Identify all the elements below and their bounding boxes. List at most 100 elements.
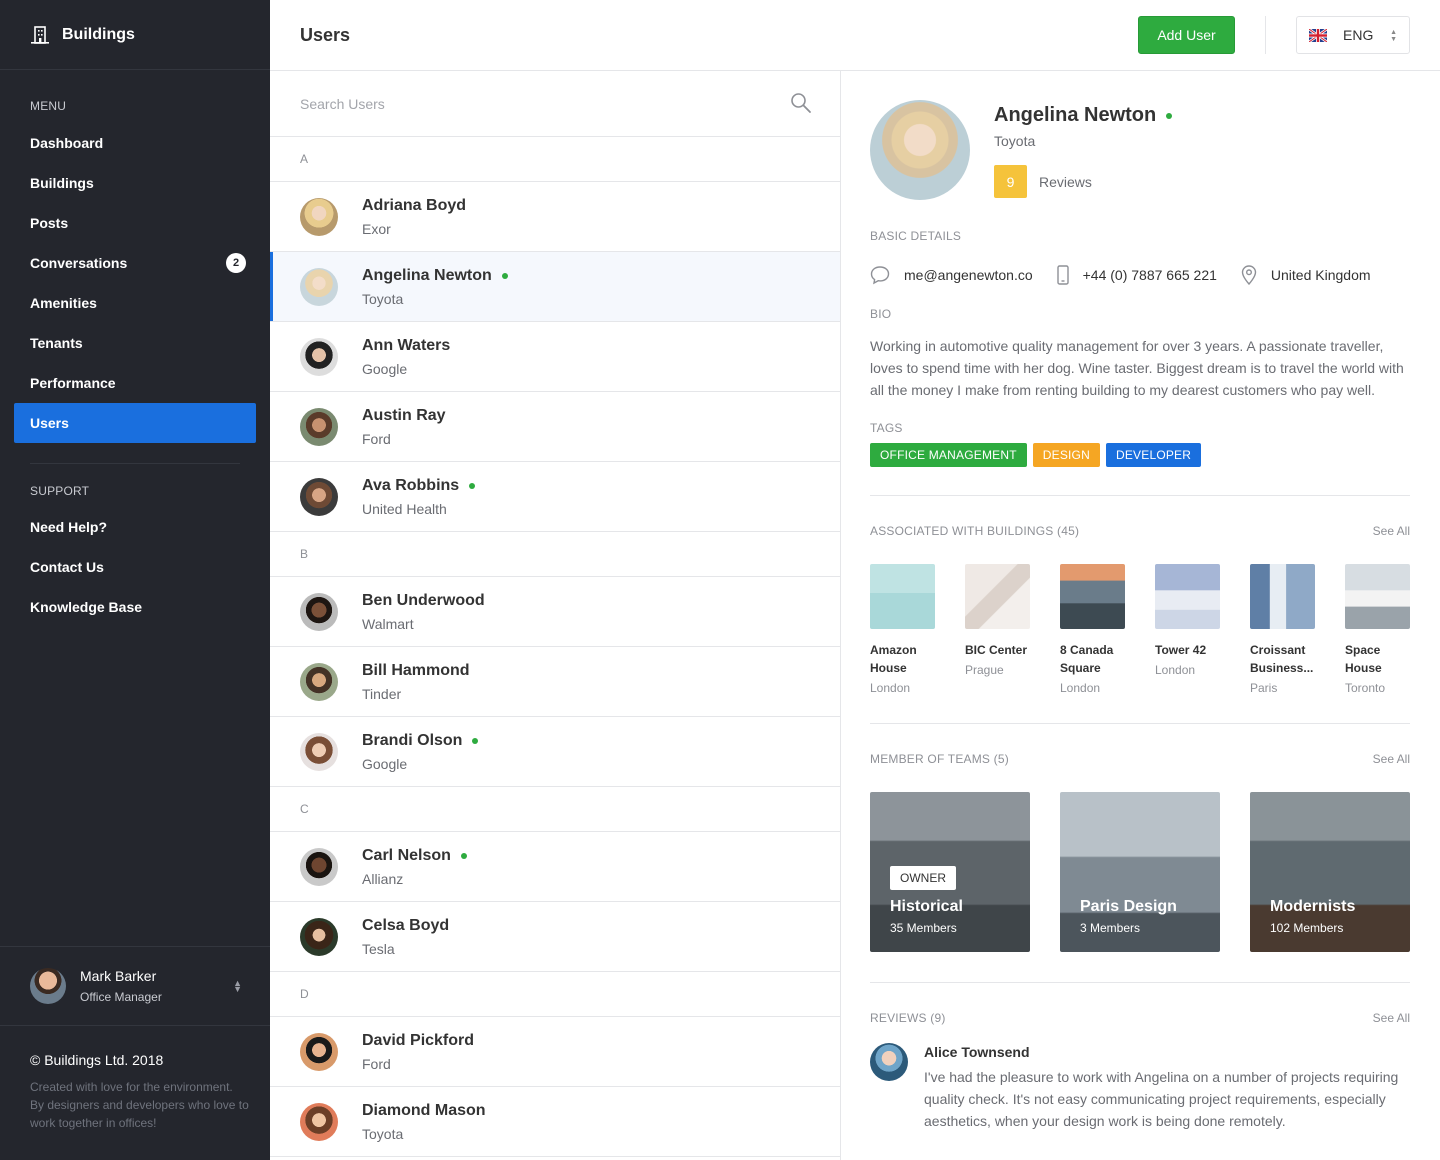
building-thumbnail xyxy=(1250,564,1315,629)
user-list-item[interactable]: Brandi Olson Google xyxy=(270,717,840,787)
profile-name: Mark Barker xyxy=(80,968,157,984)
user-profile[interactable]: Mark Barker Office Manager ▲ ▼ xyxy=(0,946,270,1026)
letter-group-header: A xyxy=(270,137,840,182)
language-value: ENG xyxy=(1343,27,1374,43)
user-list-item[interactable]: Ann Waters Google xyxy=(270,322,840,392)
chevron-updown-icon[interactable]: ▲ ▼ xyxy=(233,979,242,994)
tag-badge[interactable]: DESIGN xyxy=(1032,443,1100,467)
brand[interactable]: Buildings xyxy=(0,0,270,70)
sidebar-item-label: Users xyxy=(30,415,69,431)
user-list-item[interactable]: Bill Hammond Tinder xyxy=(270,647,840,717)
user-company: Ford xyxy=(362,1055,391,1072)
email-contact[interactable]: me@angenewton.co xyxy=(870,265,1033,285)
building-card[interactable]: Croissant Business... Paris xyxy=(1250,564,1315,695)
avatar xyxy=(300,267,338,306)
sidebar-item-posts[interactable]: Posts xyxy=(0,203,270,243)
support-menu: Need Help? Contact Us Knowledge Base xyxy=(0,507,270,627)
see-all-buildings-link[interactable]: See All xyxy=(1373,524,1410,538)
sidebar-item-label: Buildings xyxy=(30,175,94,191)
building-card[interactable]: Amazon House London xyxy=(870,564,935,695)
user-name: Bill Hammond xyxy=(362,662,470,680)
avatar xyxy=(870,1043,908,1081)
avatar xyxy=(300,407,338,446)
see-all-reviews-link[interactable]: See All xyxy=(1373,1011,1410,1025)
review-author[interactable]: Alice Townsend xyxy=(924,1044,1410,1060)
building-name: BIC Center xyxy=(965,643,1028,657)
user-info: Ann Waters Google xyxy=(362,337,450,377)
team-card[interactable]: Modernists 102 Members xyxy=(1250,792,1410,952)
building-card[interactable]: BIC Center Prague xyxy=(965,564,1030,695)
team-name: Paris Design xyxy=(1080,898,1177,915)
user-company: Toyota xyxy=(362,290,404,307)
building-icon xyxy=(31,25,49,44)
sidebar-item-label: Need Help? xyxy=(30,519,108,535)
user-list-panel: AAdriana BoydExorAngelina NewtonToyota An… xyxy=(270,71,841,1160)
chat-bubble-icon xyxy=(870,266,890,285)
user-list-item[interactable]: Carl Nelson Allianz xyxy=(270,832,840,902)
bio-label: BIO xyxy=(870,307,892,321)
user-list-item[interactable]: Ava Robbins United Health xyxy=(270,462,840,532)
search-input[interactable] xyxy=(300,95,750,112)
user-name-text: Austin Ray xyxy=(362,406,446,424)
sidebar-item-users[interactable]: Users xyxy=(14,403,256,443)
building-card[interactable]: 8 Canada Square London xyxy=(1060,564,1125,695)
team-role-badge: OWNER xyxy=(890,866,956,890)
user-list-item[interactable]: David Pickford Ford xyxy=(270,1017,840,1087)
sidebar-item-need-help[interactable]: Need Help? xyxy=(0,507,270,547)
brand-name: Buildings xyxy=(62,25,135,43)
sidebar-item-amenities[interactable]: Amenities xyxy=(0,283,270,323)
user-name: Carl Nelson xyxy=(362,847,467,865)
user-company: Toyota xyxy=(362,1125,404,1142)
user-list-item[interactable]: Angelina Newton Toyota xyxy=(270,252,840,322)
building-card[interactable]: Tower 42 London xyxy=(1155,564,1220,695)
team-card[interactable]: OWNER Historical 35 Members xyxy=(870,792,1030,952)
sidebar-item-label: Conversations xyxy=(30,255,128,271)
user-list-item[interactable]: Adriana Boyd Exor xyxy=(270,182,840,252)
team-members-count: 35 Members xyxy=(890,921,957,935)
sidebar-item-label: Contact Us xyxy=(30,559,104,575)
online-status-dot xyxy=(469,482,476,489)
tag-list: OFFICE MANAGEMENT DESIGN DEVELOPER xyxy=(870,443,1410,467)
basic-details-label: BASIC DETAILS xyxy=(870,229,962,243)
letter-group-header: C xyxy=(270,787,840,832)
user-company: Tinder xyxy=(362,685,402,702)
sidebar-item-buildings[interactable]: Buildings xyxy=(0,163,270,203)
language-select[interactable]: ENG ▲ ▼ xyxy=(1296,16,1410,54)
building-name: Amazon House xyxy=(870,643,917,675)
user-name: Celsa Boyd xyxy=(362,917,449,935)
sidebar-item-performance[interactable]: Performance xyxy=(0,363,270,403)
sidebar-item-tenants[interactable]: Tenants xyxy=(0,323,270,363)
team-members-count: 102 Members xyxy=(1270,921,1344,935)
building-card[interactable]: Space House Toronto xyxy=(1345,564,1410,695)
search-icon[interactable] xyxy=(790,92,812,114)
sidebar-item-contact-us[interactable]: Contact Us xyxy=(0,547,270,587)
chevron-updown-icon: ▲ ▼ xyxy=(1390,29,1397,43)
user-list-item[interactable]: Austin Ray Ford xyxy=(270,392,840,462)
phone-contact[interactable]: +44 (0) 7887 665 221 xyxy=(1056,265,1217,285)
see-all-teams-link[interactable]: See All xyxy=(1373,752,1410,766)
user-info: David Pickford Ford xyxy=(362,1032,474,1072)
avatar xyxy=(300,732,338,771)
sidebar-footer: © Buildings Ltd. 2018 Created with love … xyxy=(30,1052,250,1132)
sidebar-item-dashboard[interactable]: Dashboard xyxy=(0,123,270,163)
online-status-dot xyxy=(472,737,479,744)
main-menu: Dashboard Buildings Posts Conversations 2 Ame… xyxy=(0,123,270,443)
avatar xyxy=(300,847,338,886)
user-list-item[interactable]: Celsa Boyd Tesla xyxy=(270,902,840,972)
user-list-item[interactable]: Diamond Mason Toyota xyxy=(270,1087,840,1157)
phone-value: +44 (0) 7887 665 221 xyxy=(1082,267,1217,283)
reviews-label[interactable]: Reviews xyxy=(1039,174,1092,190)
letter-group-header: B xyxy=(270,532,840,577)
user-name-text: Ann Waters xyxy=(362,336,451,354)
reviews-section-header: REVIEWS (9) See All xyxy=(870,1011,1410,1025)
team-card[interactable]: Paris Design 3 Members xyxy=(1060,792,1220,952)
tag-badge[interactable]: DEVELOPER xyxy=(1105,443,1202,467)
add-user-button[interactable]: Add User xyxy=(1138,16,1235,54)
sidebar-item-conversations[interactable]: Conversations 2 xyxy=(0,243,270,283)
user-list-item[interactable]: Ben Underwood Walmart xyxy=(270,577,840,647)
section-divider xyxy=(870,495,1410,496)
sidebar-item-label: Tenants xyxy=(30,335,83,351)
top-header: Users Add User ENG ▲ ▼ xyxy=(270,0,1440,71)
tag-badge[interactable]: OFFICE MANAGEMENT xyxy=(870,443,1027,467)
sidebar-item-knowledge-base[interactable]: Knowledge Base xyxy=(0,587,270,627)
